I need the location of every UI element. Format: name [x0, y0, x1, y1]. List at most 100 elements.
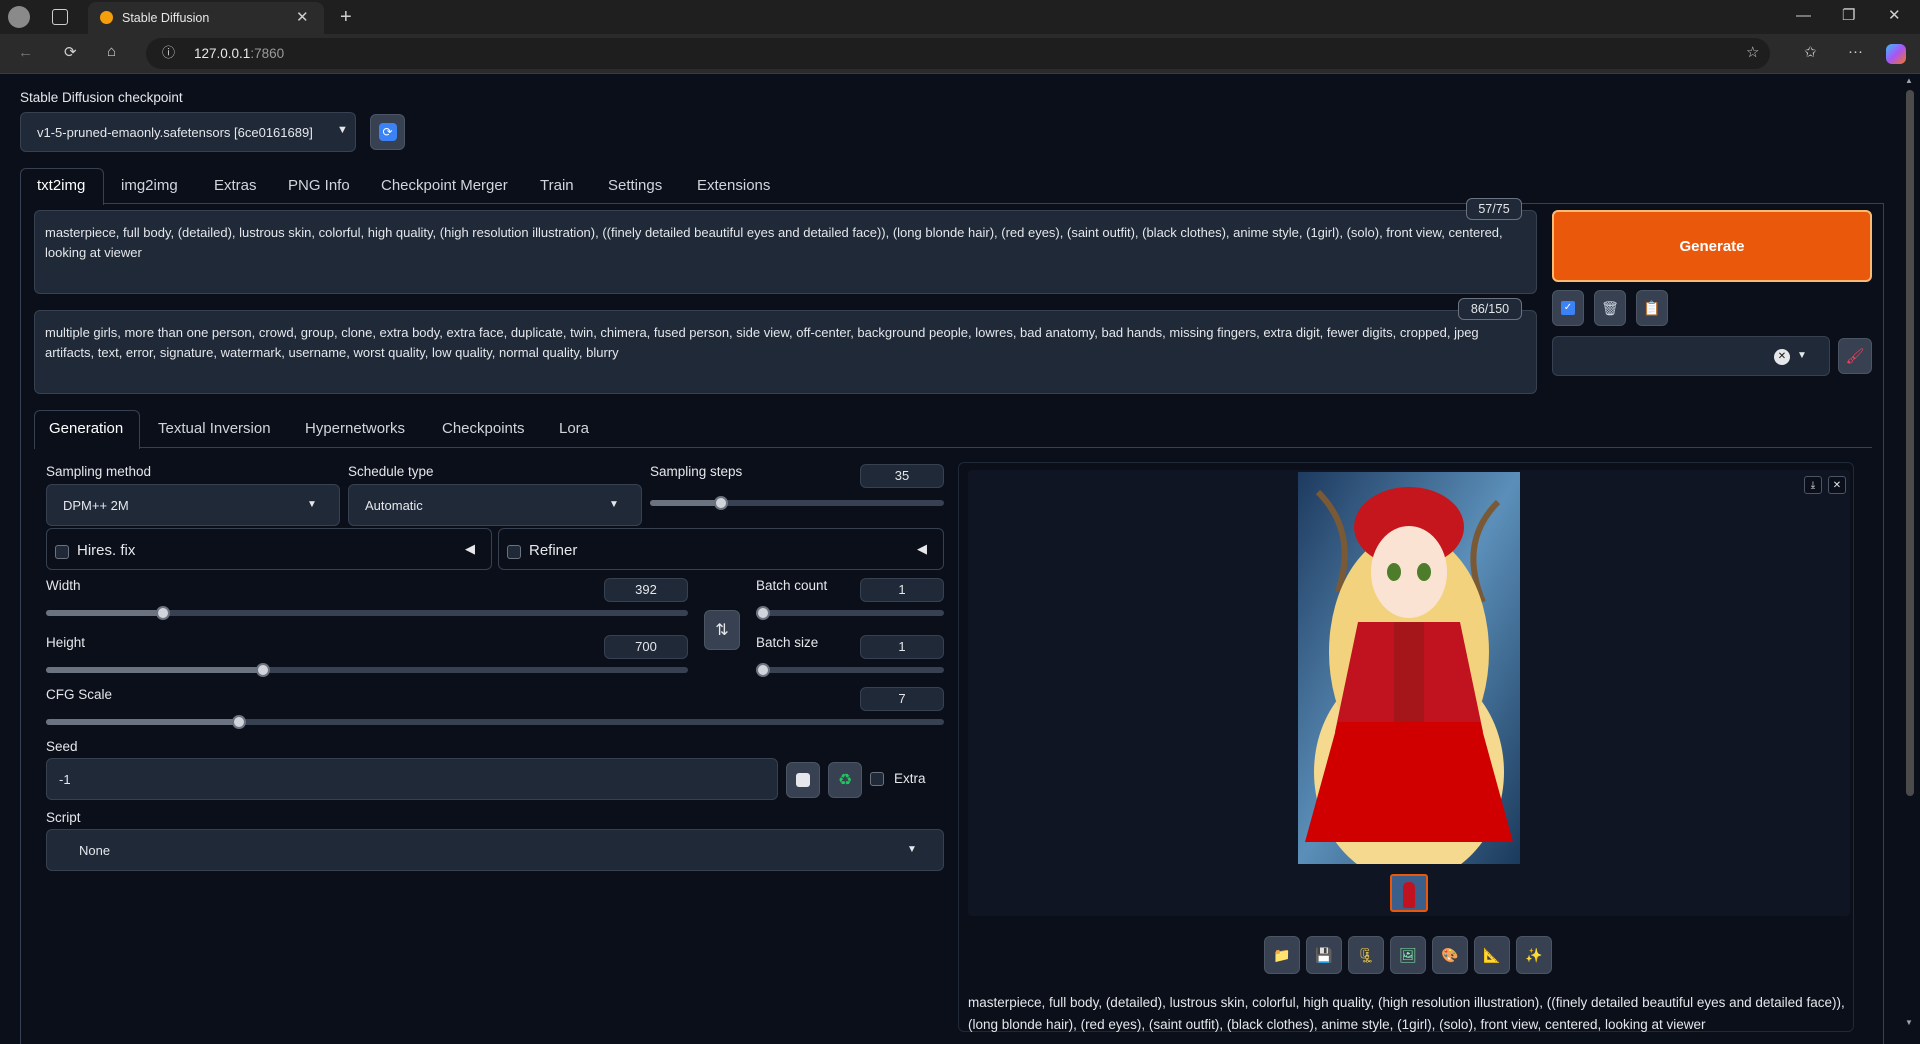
- send-to-inpaint-button[interactable]: 🎨: [1432, 936, 1468, 974]
- sampling-method-value: DPM++ 2M: [63, 498, 129, 513]
- trash-button[interactable]: 🗑: [1594, 290, 1626, 326]
- sampling-method-dropdown[interactable]: DPM++ 2M ▼: [46, 484, 340, 526]
- send-to-img2img-button[interactable]: 🖼: [1390, 936, 1426, 974]
- site-info-icon[interactable]: ⓘ: [162, 46, 175, 59]
- height-input[interactable]: 700: [604, 635, 688, 659]
- seed-input[interactable]: -1: [46, 758, 778, 800]
- refresh-checkpoint-button[interactable]: ⟳: [370, 114, 405, 150]
- prompt-textarea[interactable]: masterpiece, full body, (detailed), lust…: [34, 210, 1537, 294]
- webui-page: Stable Diffusion checkpoint v1-5-pruned-…: [0, 74, 1900, 1044]
- main-tab-extensions[interactable]: Extensions: [697, 177, 770, 194]
- negative-prompt-text: multiple girls, more than one person, cr…: [45, 325, 1479, 360]
- minimize-icon[interactable]: —: [1796, 8, 1811, 23]
- zip-button[interactable]: 🗜: [1348, 936, 1384, 974]
- width-input[interactable]: 392: [604, 578, 688, 602]
- edit-styles-button[interactable]: 🖌: [1838, 338, 1872, 374]
- page-scrollbar[interactable]: ▲ ▼: [1900, 74, 1920, 1032]
- sub-tab-lora[interactable]: Lora: [559, 420, 589, 437]
- back-icon[interactable]: ←: [18, 45, 33, 60]
- negative-prompt-textarea[interactable]: multiple girls, more than one person, cr…: [34, 310, 1537, 394]
- clipboard-icon: 📋: [1643, 299, 1661, 316]
- window-close-icon[interactable]: ✕: [1888, 8, 1901, 23]
- checkpoint-value: v1-5-pruned-emaonly.safetensors [6ce0161…: [37, 125, 313, 140]
- cfg-scale-input[interactable]: 7: [860, 687, 944, 711]
- restore-icon[interactable]: ❐: [1842, 8, 1855, 23]
- browser-tab[interactable]: Stable Diffusion ✕: [88, 2, 324, 34]
- reuse-seed-button[interactable]: ♻: [828, 762, 862, 798]
- main-tab-train[interactable]: Train: [540, 177, 574, 194]
- script-dropdown[interactable]: None ▼: [46, 829, 944, 871]
- extra-seed-checkbox[interactable]: [870, 772, 884, 786]
- refiner-checkbox[interactable]: [507, 545, 521, 559]
- reload-icon[interactable]: ⟳: [64, 45, 77, 60]
- scroll-up-icon[interactable]: ▲: [1905, 76, 1913, 85]
- main-tab-settings[interactable]: Settings: [608, 177, 662, 194]
- batch-size-input[interactable]: 1: [860, 635, 944, 659]
- download-button[interactable]: ⤓: [1804, 476, 1822, 494]
- sub-tab-hypernetworks[interactable]: Hypernetworks: [305, 420, 405, 437]
- address-text[interactable]: 127.0.0.1:7860: [194, 46, 284, 61]
- bookmark-star-icon[interactable]: ☆: [1746, 45, 1759, 60]
- script-value: None: [79, 843, 111, 858]
- swap-dimensions-button[interactable]: ⇅: [704, 610, 740, 650]
- collapse-arrow-icon: ◀: [917, 541, 927, 556]
- swap-icon: ⇅: [715, 622, 729, 639]
- prompt-token-counter: 57/75: [1466, 198, 1522, 220]
- hires-fix-checkbox[interactable]: [55, 545, 69, 559]
- tab-favicon-icon: [100, 11, 113, 24]
- address-host: 127.0.0.1: [194, 46, 251, 61]
- tab-close-icon[interactable]: ✕: [296, 10, 309, 25]
- tab-actions-icon[interactable]: [52, 9, 68, 25]
- paint-icon: ✓: [1561, 301, 1575, 315]
- recycle-icon: ♻: [837, 772, 853, 789]
- refresh-icon: ⟳: [378, 123, 397, 141]
- sub-tab-textual-inversion[interactable]: Textual Inversion: [158, 420, 271, 437]
- home-icon[interactable]: ⌂: [107, 44, 116, 59]
- main-tab-png-info[interactable]: PNG Info: [288, 177, 350, 194]
- clear-icon[interactable]: ✕: [1774, 349, 1790, 365]
- more-menu-icon[interactable]: ···: [1848, 44, 1863, 59]
- batch-size-slider[interactable]: [756, 663, 944, 677]
- address-bar[interactable]: ⓘ 127.0.0.1:7860 ☆: [146, 38, 1770, 69]
- send-to-extras-button[interactable]: 📐: [1474, 936, 1510, 974]
- favorites-icon[interactable]: ✩: [1804, 45, 1817, 60]
- batch-count-slider[interactable]: [756, 606, 944, 620]
- checkpoint-label: Stable Diffusion checkpoint: [20, 90, 183, 105]
- gallery-thumbnail[interactable]: [1390, 874, 1428, 912]
- width-slider[interactable]: [46, 606, 688, 620]
- styles-dropdown[interactable]: ✕ ▼: [1552, 336, 1830, 376]
- refiner-label: Refiner: [529, 542, 578, 559]
- schedule-type-dropdown[interactable]: Automatic ▼: [348, 484, 642, 526]
- sampling-steps-input[interactable]: 35: [860, 464, 944, 488]
- random-seed-button[interactable]: [786, 762, 820, 798]
- profile-avatar[interactable]: [8, 6, 30, 28]
- new-tab-icon[interactable]: +: [340, 7, 352, 27]
- save-button[interactable]: 💾: [1306, 936, 1342, 974]
- scrollbar-thumb[interactable]: [1906, 90, 1914, 796]
- height-slider[interactable]: [46, 663, 688, 677]
- open-folder-button[interactable]: 📁: [1264, 936, 1300, 974]
- prompt-text: masterpiece, full body, (detailed), lust…: [45, 225, 1503, 260]
- paint-button[interactable]: ✓: [1552, 290, 1584, 326]
- sampling-steps-slider[interactable]: [650, 496, 944, 510]
- upscale-button[interactable]: ✨: [1516, 936, 1552, 974]
- copilot-icon[interactable]: [1886, 44, 1906, 64]
- main-tab-txt2img[interactable]: txt2img: [37, 177, 85, 194]
- checkpoint-dropdown[interactable]: v1-5-pruned-emaonly.safetensors [6ce0161…: [20, 112, 356, 152]
- main-tab-extras[interactable]: Extras: [214, 177, 257, 194]
- sparkle-icon: ✨: [1525, 946, 1543, 963]
- batch-count-input[interactable]: 1: [860, 578, 944, 602]
- close-preview-button[interactable]: ✕: [1828, 476, 1846, 494]
- cfg-scale-slider[interactable]: [46, 715, 944, 729]
- generated-image[interactable]: [1298, 472, 1520, 864]
- chevron-down-icon: ▼: [1797, 350, 1807, 361]
- clipboard-button[interactable]: 📋: [1636, 290, 1668, 326]
- scroll-down-icon[interactable]: ▼: [1905, 1018, 1913, 1027]
- main-tab-checkpoint-merger[interactable]: Checkpoint Merger: [381, 177, 508, 194]
- sub-tab-checkpoints[interactable]: Checkpoints: [442, 420, 525, 437]
- generate-button[interactable]: Generate: [1552, 210, 1872, 282]
- sub-tab-generation[interactable]: Generation: [49, 420, 123, 437]
- hires-fix-accordion[interactable]: Hires. fix ◀: [46, 528, 492, 570]
- refiner-accordion[interactable]: Refiner ◀: [498, 528, 944, 570]
- main-tab-img2img[interactable]: img2img: [121, 177, 178, 194]
